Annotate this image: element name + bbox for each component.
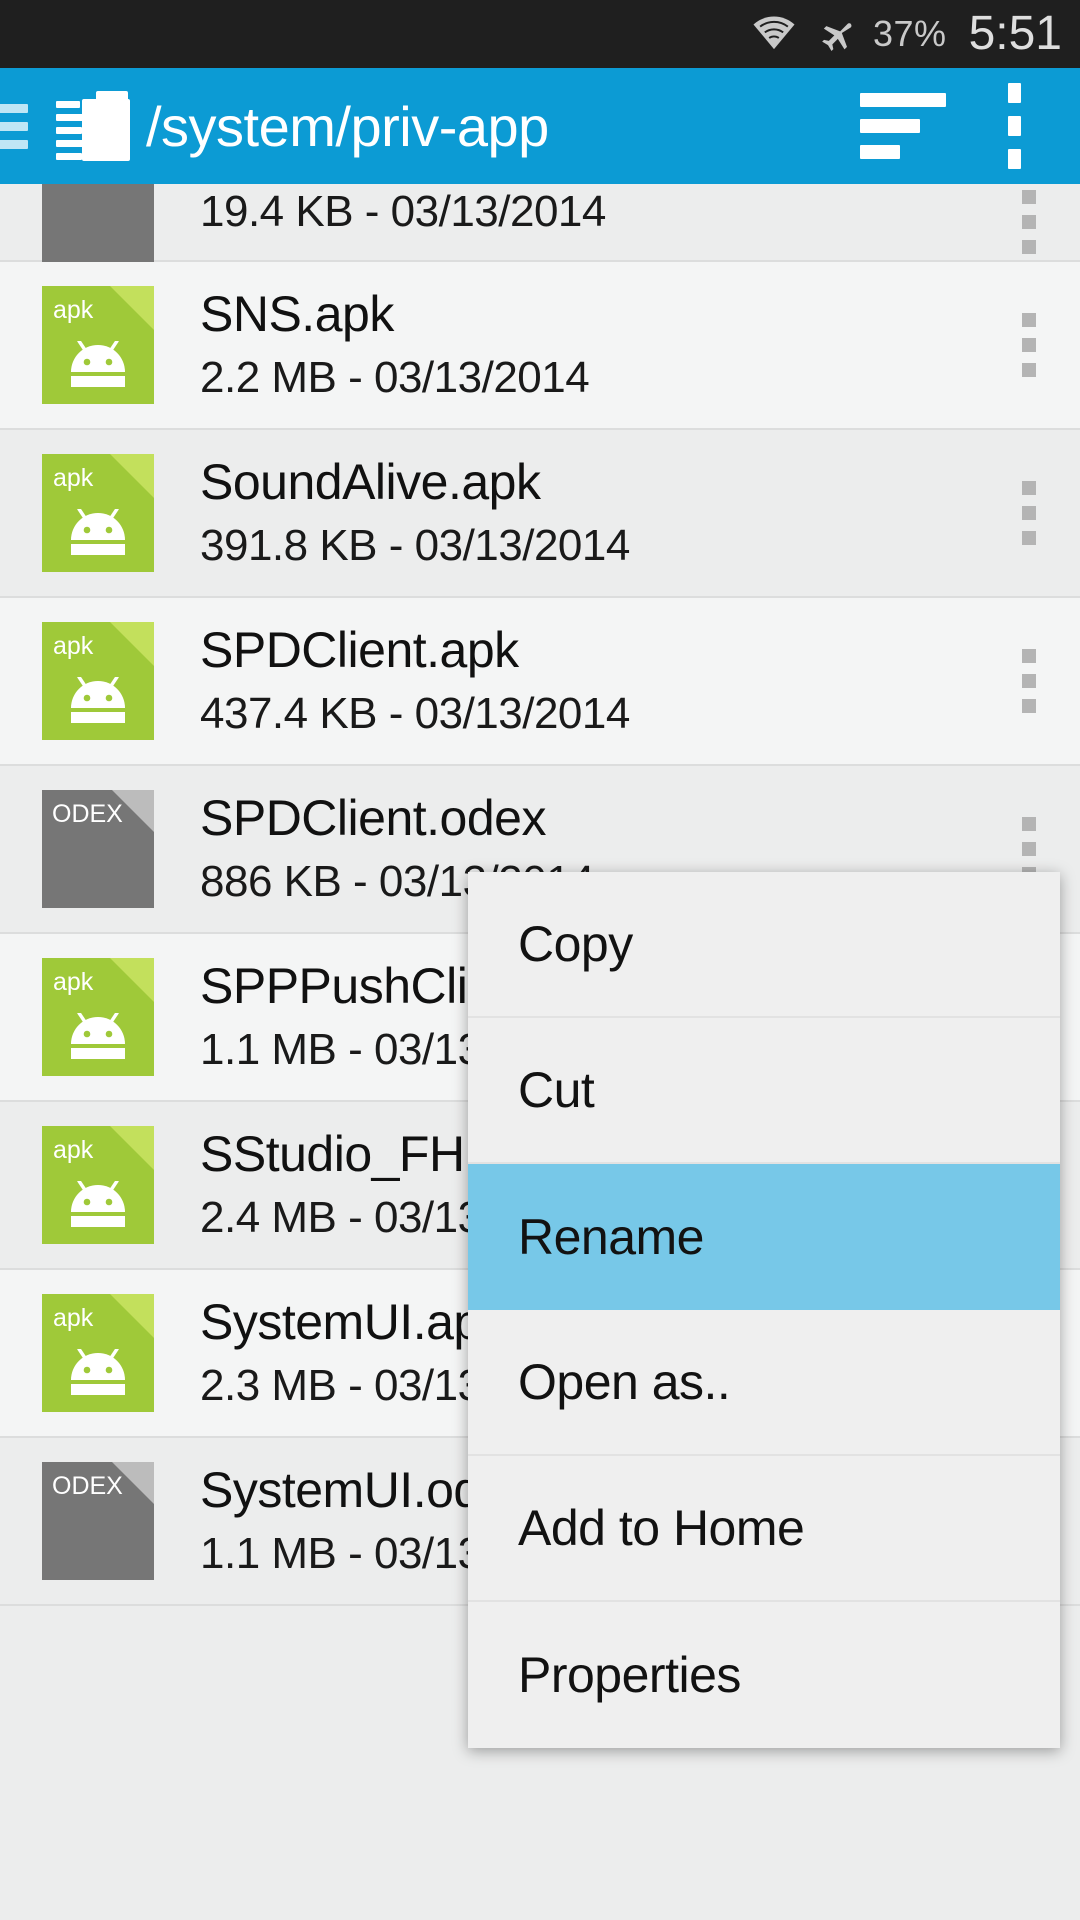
file-meta: 19.4 KB - 03/13/2014: [200, 178, 1080, 239]
battery-percentage: 37%: [873, 16, 947, 52]
context-menu-item[interactable]: Copy: [468, 872, 1060, 1018]
file-name: SoundAlive.apk: [200, 453, 1080, 512]
apk-file-icon: apk: [42, 454, 154, 572]
apk-file-icon: apk: [42, 1126, 154, 1244]
file-type-label: ODEX: [52, 802, 123, 827]
status-bar: 37% 5:51: [0, 0, 1080, 68]
file-type-label: apk: [53, 634, 93, 659]
context-menu-item[interactable]: Properties: [468, 1602, 1060, 1748]
android-robot-icon: [65, 1181, 131, 1227]
file-type-label: ODEX: [52, 1474, 123, 1499]
file-name: SNS.apk: [200, 285, 1080, 344]
file-details: 437.4 KB - 03/13/2014: [200, 688, 1080, 741]
wifi-icon: [751, 14, 797, 55]
file-type-label: apk: [53, 466, 93, 491]
file-name: SPDClient.apk: [200, 621, 1080, 680]
file-details: 19.4 KB - 03/13/2014: [200, 186, 1080, 239]
apk-file-icon: apk: [42, 622, 154, 740]
action-bar: /system/priv-app: [0, 68, 1080, 184]
file-row[interactable]: apk SNS.apk 2.2 MB - 03/13/2014: [0, 262, 1080, 430]
row-overflow-icon[interactable]: [1022, 190, 1036, 254]
file-row[interactable]: apk SoundAlive.apk 391.8 KB - 03/13/2014: [0, 430, 1080, 598]
file-name: SPDClient.odex: [200, 789, 1080, 848]
context-menu-item[interactable]: Add to Home: [468, 1456, 1060, 1602]
row-overflow-icon[interactable]: [1022, 481, 1036, 545]
overflow-menu-icon[interactable]: [992, 83, 1036, 169]
airplane-mode-icon: [813, 12, 857, 57]
hamburger-menu-icon[interactable]: [0, 104, 28, 149]
file-type-label: apk: [53, 1306, 93, 1331]
apk-file-icon: apk: [42, 1294, 154, 1412]
android-robot-icon: [65, 509, 131, 555]
file-meta: SoundAlive.apk 391.8 KB - 03/13/2014: [200, 453, 1080, 573]
file-details: 391.8 KB - 03/13/2014: [200, 520, 1080, 573]
odex-file-icon: ODEX: [42, 1462, 154, 1580]
odex-file-icon: ODEX: [42, 790, 154, 908]
file-type-label: apk: [53, 298, 93, 323]
sort-icon[interactable]: [860, 91, 946, 161]
apk-file-icon: apk: [42, 958, 154, 1076]
file-row[interactable]: 19.4 KB - 03/13/2014: [0, 184, 1080, 262]
context-menu-item[interactable]: Cut: [468, 1018, 1060, 1164]
row-overflow-icon[interactable]: [1022, 313, 1036, 377]
context-menu-item[interactable]: Open as..: [468, 1310, 1060, 1456]
context-menu-item[interactable]: Rename: [468, 1164, 1060, 1310]
file-meta: SPDClient.apk 437.4 KB - 03/13/2014: [200, 621, 1080, 741]
file-type-label: apk: [53, 970, 93, 995]
android-robot-icon: [65, 341, 131, 387]
context-menu[interactable]: CopyCutRenameOpen as..Add to HomePropert…: [468, 872, 1060, 1748]
clock: 5:51: [969, 10, 1062, 58]
apk-file-icon: apk: [42, 286, 154, 404]
app-screen: 37% 5:51 /system/priv-app 19.4 KB - 03/1…: [0, 0, 1080, 1920]
row-overflow-icon[interactable]: [1022, 649, 1036, 713]
folder-list-icon: [56, 91, 130, 161]
current-path-title: /system/priv-app: [146, 94, 860, 159]
file-row[interactable]: apk SPDClient.apk 437.4 KB - 03/13/2014: [0, 598, 1080, 766]
file-type-label: apk: [53, 1138, 93, 1163]
android-robot-icon: [65, 677, 131, 723]
android-robot-icon: [65, 1349, 131, 1395]
file-details: 2.2 MB - 03/13/2014: [200, 352, 1080, 405]
file-meta: SNS.apk 2.2 MB - 03/13/2014: [200, 285, 1080, 405]
android-robot-icon: [65, 1013, 131, 1059]
